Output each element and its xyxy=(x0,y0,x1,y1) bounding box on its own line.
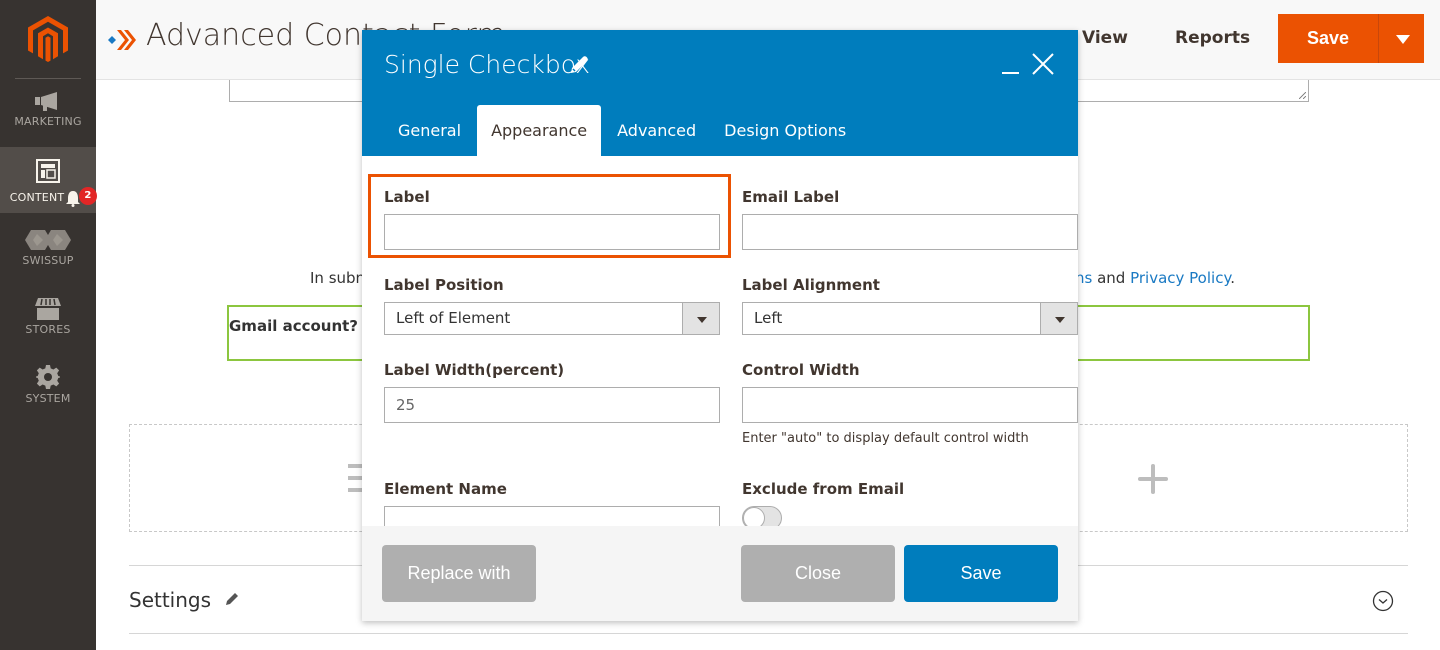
view-link[interactable]: View xyxy=(1082,28,1128,48)
save-button[interactable]: Save xyxy=(904,545,1058,602)
consent-and-text: and xyxy=(1092,269,1131,287)
modal-title: Single Checkbox xyxy=(384,50,591,79)
modal-footer: Replace with Close Save xyxy=(362,526,1078,621)
minimize-button[interactable] xyxy=(1002,72,1019,74)
field-label: Label Alignment xyxy=(742,276,880,294)
privacy-policy-link[interactable]: Privacy Policy xyxy=(1130,269,1230,287)
selected-value: Left of Element xyxy=(396,309,511,327)
tab-appearance[interactable]: Appearance xyxy=(477,105,602,156)
element-name-input[interactable] xyxy=(384,506,720,526)
modal-header: Single Checkbox General Appearance Advan… xyxy=(362,30,1078,156)
bell-icon[interactable] xyxy=(66,191,80,207)
field-label: Label Width(percent) xyxy=(384,361,565,379)
field-label: Label xyxy=(384,188,430,206)
element-name-field: Element Name xyxy=(384,480,720,526)
magento-logo-icon[interactable] xyxy=(28,16,68,62)
store-icon xyxy=(35,298,61,320)
modal-body: Label Email Label Label Position Left of… xyxy=(362,156,1078,526)
control-width-hint: Enter "auto" to display default control … xyxy=(742,431,1029,446)
question-label: Gmail account? xyxy=(229,317,359,335)
sidebar-divider xyxy=(15,78,81,79)
tab-general[interactable]: General xyxy=(384,105,475,156)
header-save-button[interactable]: Save xyxy=(1278,14,1378,63)
field-label: Element Name xyxy=(384,480,507,498)
pencil-icon[interactable] xyxy=(224,591,240,607)
add-element-icon[interactable] xyxy=(1138,464,1168,494)
email-label-input[interactable] xyxy=(742,214,1078,250)
label-position-field: Label Position Left of Element xyxy=(384,276,720,335)
resize-handle-icon[interactable] xyxy=(1299,92,1306,99)
label-width-field: Label Width(percent) 25 xyxy=(384,361,720,423)
megaphone-icon xyxy=(35,92,57,111)
edit-title-pencil-icon[interactable] xyxy=(568,54,590,76)
tab-advanced[interactable]: Advanced xyxy=(603,105,710,156)
tab-design-options[interactable]: Design Options xyxy=(710,105,860,156)
field-label: Exclude from Email xyxy=(742,480,905,498)
label-input[interactable] xyxy=(384,214,720,250)
admin-sidebar: MARKETING CONTENT 2 SWISSUP STORES SYSTE… xyxy=(0,0,97,650)
divider xyxy=(129,633,1408,634)
label-alignment-select[interactable]: Left xyxy=(742,302,1078,335)
sidebar-item-stores[interactable]: STORES xyxy=(0,298,96,348)
modal-tabs: General Appearance Advanced Design Optio… xyxy=(384,105,860,156)
replace-with-button[interactable]: Replace with xyxy=(382,545,536,602)
sidebar-item-label: STORES xyxy=(25,323,71,336)
label-width-input[interactable]: 25 xyxy=(384,387,720,423)
swissup-icon xyxy=(25,230,71,250)
field-label: Email Label xyxy=(742,188,840,206)
layout-icon xyxy=(36,159,60,183)
sidebar-item-label: MARKETING xyxy=(14,115,82,128)
sidebar-item-system[interactable]: SYSTEM xyxy=(0,365,96,415)
close-icon[interactable] xyxy=(1031,52,1055,76)
sidebar-item-label: SYSTEM xyxy=(25,392,71,405)
chevron-down-icon xyxy=(1040,303,1077,334)
selected-value: Left xyxy=(754,309,783,327)
page-logo-icon xyxy=(108,30,136,50)
field-label: Label Position xyxy=(384,276,504,294)
sidebar-item-marketing[interactable]: MARKETING xyxy=(0,92,96,146)
chevron-down-circle-icon[interactable] xyxy=(1372,590,1394,612)
label-alignment-field: Label Alignment Left xyxy=(742,276,1078,335)
consent-text-left: In subn xyxy=(310,269,366,287)
sidebar-item-label: SWISSUP xyxy=(22,254,74,267)
control-width-field: Control Width Enter "auto" to display de… xyxy=(742,361,1078,446)
save-options-dropdown-button[interactable] xyxy=(1378,14,1424,63)
element-settings-modal: Single Checkbox General Appearance Advan… xyxy=(362,30,1078,621)
email-label-field: Email Label xyxy=(742,188,1078,250)
close-button[interactable]: Close xyxy=(741,545,895,602)
reports-link[interactable]: Reports xyxy=(1175,28,1250,48)
exclude-from-email-field: Exclude from Email xyxy=(742,480,1078,526)
chevron-down-icon xyxy=(682,303,719,334)
consent-text-right: ns and Privacy Policy. xyxy=(1075,269,1235,287)
gear-icon xyxy=(36,365,60,389)
exclude-from-email-toggle[interactable] xyxy=(742,506,782,526)
notification-badge[interactable]: 2 xyxy=(79,187,97,205)
settings-title: Settings xyxy=(129,588,212,612)
sidebar-item-content[interactable]: CONTENT 2 xyxy=(0,147,97,213)
sidebar-item-swissup[interactable]: SWISSUP xyxy=(0,228,96,278)
label-position-select[interactable]: Left of Element xyxy=(384,302,720,335)
field-label: Control Width xyxy=(742,361,860,379)
consent-period: . xyxy=(1230,269,1235,287)
control-width-input[interactable] xyxy=(742,387,1078,423)
label-field: Label xyxy=(384,188,720,250)
